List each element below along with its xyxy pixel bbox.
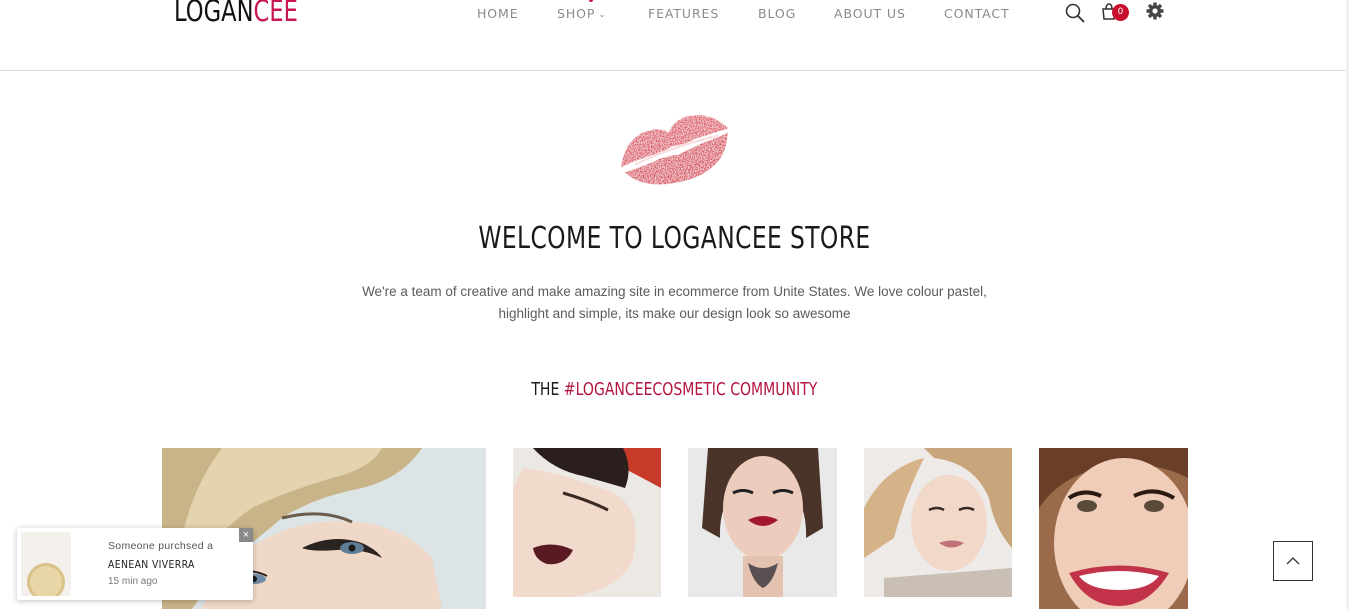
logo-accent-text: CEE xyxy=(253,0,298,28)
back-to-top-button[interactable] xyxy=(1273,541,1313,581)
purchase-notification: Someone purchsed a AENEAN VIVERRA 15 min… xyxy=(17,528,253,600)
welcome-text-line2: highlight and simple, its make our desig… xyxy=(498,306,851,321)
nav-home[interactable]: HOME xyxy=(477,6,519,21)
welcome-title-text: WELCOME TO LOGANCEE STORE xyxy=(478,221,871,256)
logo-main-text: LOGAN xyxy=(174,0,254,28)
nav-blog[interactable]: BLOG xyxy=(758,6,796,21)
community-heading: THE #LOGANCEECOSMETIC COMMUNITY xyxy=(0,379,1349,400)
nav-contact[interactable]: CONTACT xyxy=(944,6,1010,21)
notification-product-name[interactable]: AENEAN VIVERRA xyxy=(108,558,195,571)
lips-kiss-image xyxy=(621,115,729,185)
shop-indicator-dot xyxy=(589,0,593,2)
notification-product-thumbnail[interactable] xyxy=(21,532,71,596)
notification-time: 15 min ago xyxy=(108,576,158,587)
chevron-down-icon: ⌄ xyxy=(598,10,607,20)
nav-shop[interactable]: SHOP ⌄ xyxy=(557,6,607,21)
welcome-title: WELCOME TO LOGANCEE STORE xyxy=(0,221,1349,256)
nav-about-us[interactable]: ABOUT US xyxy=(834,6,906,21)
chevron-up-icon xyxy=(1286,557,1300,565)
notification-message: Someone purchsed a xyxy=(108,540,214,552)
site-logo[interactable]: LOGANCEE xyxy=(174,0,298,28)
close-icon[interactable]: × xyxy=(239,528,253,542)
cart-count-badge: 0 xyxy=(1112,4,1129,21)
community-prefix: THE xyxy=(531,379,564,400)
site-header: LOGANCEE HOME SHOP ⌄ FEATURES BLOG ABOUT … xyxy=(0,0,1349,71)
community-photo-4[interactable] xyxy=(864,448,1012,597)
welcome-description: We're a team of creative and make amazin… xyxy=(0,281,1349,325)
search-icon[interactable] xyxy=(1064,2,1086,24)
community-photo-2[interactable] xyxy=(513,448,661,597)
community-photo-5[interactable] xyxy=(1039,448,1188,609)
community-hashtag[interactable]: #LOGANCEECOSMETIC COMMUNITY xyxy=(564,379,818,400)
welcome-text-line1: We're a team of creative and make amazin… xyxy=(362,284,987,299)
nav-shop-label: SHOP xyxy=(557,6,596,21)
nav-features[interactable]: FEATURES xyxy=(648,6,719,21)
community-photo-3[interactable] xyxy=(688,448,837,597)
gear-icon[interactable] xyxy=(1145,1,1165,21)
